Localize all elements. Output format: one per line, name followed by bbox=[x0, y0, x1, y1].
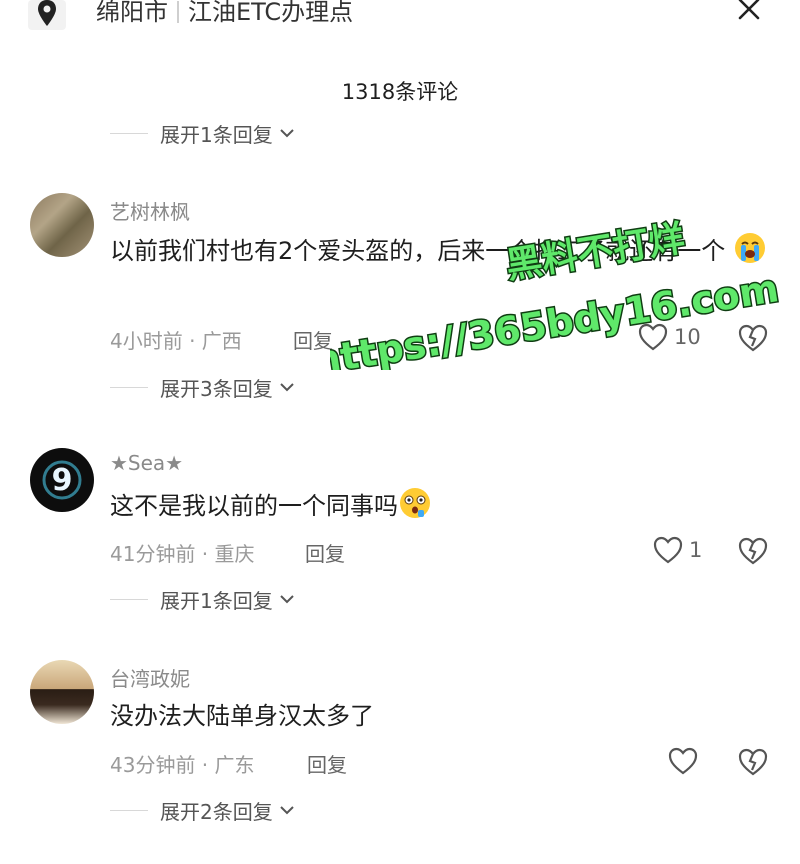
location-place: 江油ETC办理点 bbox=[188, 0, 354, 26]
like-button[interactable] bbox=[668, 747, 698, 775]
comment-time-location: 41分钟前 · 重庆 bbox=[110, 542, 255, 566]
location-divider bbox=[177, 1, 179, 23]
location-pin-icon bbox=[28, 0, 66, 30]
expand-replies-label: 展开1条回复 bbox=[160, 122, 273, 147]
chevron-down-icon bbox=[280, 806, 294, 815]
reply-button[interactable]: 回复 bbox=[293, 325, 333, 354]
expand-replies-button[interactable]: 展开1条回复 bbox=[110, 584, 295, 614]
comment-text-body: 这不是我以前的一个同事吗 bbox=[110, 492, 398, 520]
location-city: 绵阳市 bbox=[96, 0, 168, 26]
crying-face-icon bbox=[734, 233, 765, 263]
comment-time-location: 43分钟前 · 广东 bbox=[110, 753, 255, 777]
watermark-line2: https://365bdy16.com bbox=[330, 266, 782, 370]
comment-author[interactable]: 台湾政妮 bbox=[110, 663, 190, 692]
expand-replies-label: 展开3条回复 bbox=[160, 376, 273, 401]
chevron-down-icon bbox=[280, 129, 294, 138]
comment-time-location: 4小时前 · 广西 bbox=[110, 329, 242, 353]
location-link[interactable]: 绵阳市 江油ETC办理点 bbox=[96, 0, 353, 30]
comments-count: 1318条评论 bbox=[341, 80, 459, 104]
heart-icon bbox=[638, 323, 668, 351]
comment-text: 这不是我以前的一个同事吗 bbox=[110, 484, 770, 528]
heart-icon bbox=[653, 536, 683, 564]
like-button[interactable]: 1 bbox=[653, 536, 702, 564]
shocked-face-icon bbox=[400, 488, 430, 518]
chevron-down-icon bbox=[280, 595, 294, 604]
comment-text-body: 没办法大陆单身汉太多了 bbox=[110, 702, 374, 730]
expand-replies-label: 展开1条回复 bbox=[160, 588, 273, 613]
location-bar: 绵阳市 江油ETC办理点 bbox=[0, 0, 800, 40]
watermark: 黑料不打烊 https://365bdy16.com bbox=[330, 217, 783, 370]
divider-line bbox=[110, 809, 148, 811]
avatar[interactable] bbox=[30, 193, 94, 257]
dislike-heart-icon[interactable] bbox=[738, 324, 768, 352]
like-count: 10 bbox=[674, 325, 701, 349]
comment-text: 以前我们村也有2个爱头盔的，后来一个打工了就还有一个 bbox=[110, 229, 770, 273]
chevron-down-icon bbox=[280, 383, 294, 392]
comment-author[interactable]: ★Sea★ bbox=[110, 451, 183, 475]
expand-replies-label: 展开2条回复 bbox=[160, 799, 273, 824]
expand-replies-button[interactable]: 展开1条回复 bbox=[110, 118, 295, 148]
close-icon[interactable] bbox=[734, 0, 764, 26]
divider-line bbox=[110, 132, 148, 134]
avatar[interactable]: 9 bbox=[30, 448, 94, 512]
avatar-image: 9 bbox=[42, 460, 82, 500]
comment-text-body: 以前我们村也有2个爱头盔的，后来一个打工了就还有一个 bbox=[110, 237, 726, 265]
expand-replies-button[interactable]: 展开3条回复 bbox=[110, 372, 295, 402]
divider-line bbox=[110, 598, 148, 600]
divider-line bbox=[110, 386, 148, 388]
comment-author[interactable]: 艺树林枫 bbox=[110, 196, 190, 225]
avatar[interactable] bbox=[30, 660, 94, 724]
heart-icon bbox=[668, 747, 698, 775]
svg-text:9: 9 bbox=[52, 463, 73, 498]
comment-text: 没办法大陆单身汉太多了 bbox=[110, 694, 770, 738]
reply-button[interactable]: 回复 bbox=[305, 538, 345, 567]
like-button[interactable]: 10 bbox=[638, 323, 701, 351]
like-count: 1 bbox=[689, 538, 703, 562]
expand-replies-button[interactable]: 展开2条回复 bbox=[110, 795, 295, 825]
dislike-heart-icon[interactable] bbox=[738, 748, 768, 776]
dislike-heart-icon[interactable] bbox=[738, 537, 768, 565]
reply-button[interactable]: 回复 bbox=[307, 749, 347, 778]
